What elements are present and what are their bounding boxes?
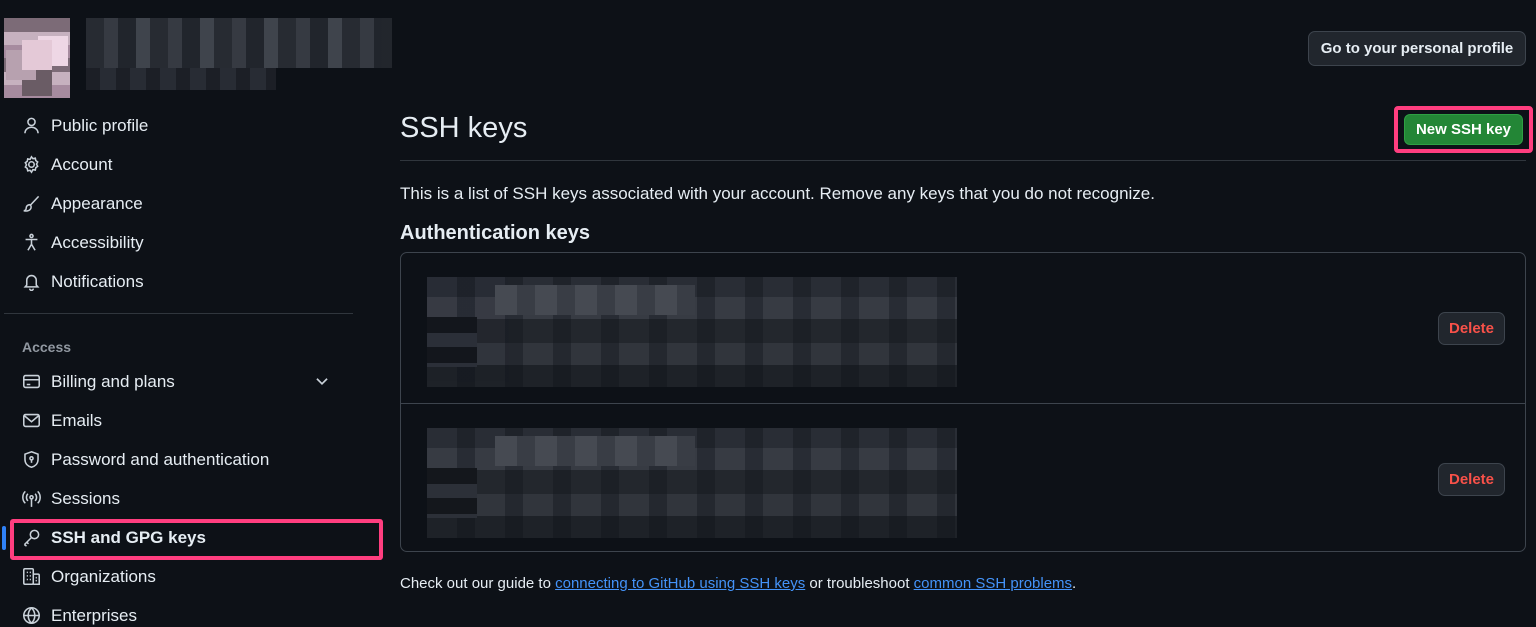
ssh-keys-list: Delete Delete <box>400 252 1526 552</box>
credit-card-icon <box>21 372 41 392</box>
footer-prefix: Check out our guide to <box>400 575 556 592</box>
active-indicator <box>2 526 6 550</box>
authentication-keys-heading: Authentication keys <box>400 222 591 244</box>
settings-sidebar: Public profile Account Appearance Access… <box>0 106 395 627</box>
title-divider <box>400 160 1526 161</box>
page-title: SSH keys <box>400 112 528 144</box>
redacted-key-details <box>427 277 957 387</box>
sidebar-item-label: Emails <box>51 410 103 430</box>
paintbrush-icon <box>21 194 41 214</box>
sidebar-section-access: Access <box>22 339 72 355</box>
sidebar-divider <box>4 313 353 314</box>
person-icon <box>21 116 41 136</box>
redacted-key-details <box>427 428 957 538</box>
sidebar-item-label: Notifications <box>51 271 144 291</box>
ssh-guide-link[interactable]: connecting to GitHub using SSH keys <box>555 575 805 592</box>
sidebar-item-label: Accessibility <box>51 232 144 252</box>
chevron-down-icon[interactable] <box>313 372 331 390</box>
sidebar-item-accessibility[interactable]: Accessibility <box>0 223 395 262</box>
bell-icon <box>21 272 41 292</box>
redacted-username <box>86 18 392 90</box>
new-ssh-key-button[interactable]: New SSH key <box>1404 114 1523 145</box>
sidebar-item-appearance[interactable]: Appearance <box>0 184 395 223</box>
sidebar-item-label: Password and authentication <box>51 449 270 469</box>
sidebar-item-label: Account <box>51 154 113 174</box>
broadcast-icon <box>21 489 41 509</box>
sidebar-item-account[interactable]: Account <box>0 145 395 184</box>
sidebar-item-billing[interactable]: Billing and plans <box>0 362 395 401</box>
delete-key-button[interactable]: Delete <box>1438 312 1505 345</box>
user-header <box>0 8 395 98</box>
footer-middle: or troubleshoot <box>805 575 914 592</box>
sidebar-item-ssh-gpg-keys[interactable]: SSH and GPG keys <box>0 518 395 560</box>
sidebar-item-password-authentication[interactable]: Password and authentication <box>0 440 395 479</box>
globe-icon <box>21 606 41 626</box>
ssh-troubleshoot-link[interactable]: common SSH problems <box>914 575 1072 592</box>
avatar[interactable] <box>4 18 70 98</box>
accessibility-icon <box>21 233 41 253</box>
sidebar-item-label: Billing and plans <box>51 371 175 391</box>
sidebar-item-sessions[interactable]: Sessions <box>0 479 395 518</box>
organization-icon <box>21 567 41 587</box>
ssh-key-row: Delete <box>401 403 1525 551</box>
sidebar-item-label: Organizations <box>51 566 156 586</box>
help-footer: Check out our guide to connecting to Git… <box>400 575 1076 592</box>
sidebar-item-label: Public profile <box>51 115 149 135</box>
shield-lock-icon <box>21 450 41 470</box>
gear-icon <box>21 155 41 175</box>
delete-key-button[interactable]: Delete <box>1438 463 1505 496</box>
go-to-profile-button[interactable]: Go to your personal profile <box>1308 31 1526 66</box>
sidebar-item-public-profile[interactable]: Public profile <box>0 106 395 145</box>
sidebar-item-organizations[interactable]: Organizations <box>0 557 395 596</box>
mail-icon <box>21 411 41 431</box>
page-description: This is a list of SSH keys associated wi… <box>400 184 1155 203</box>
sidebar-item-enterprises[interactable]: Enterprises <box>0 596 395 627</box>
sidebar-item-label: Appearance <box>51 193 143 213</box>
sidebar-item-emails[interactable]: Emails <box>0 401 395 440</box>
sidebar-item-notifications[interactable]: Notifications <box>0 262 395 301</box>
highlight-box <box>10 519 383 560</box>
footer-suffix: . <box>1072 575 1077 592</box>
ssh-key-row: Delete <box>401 253 1525 403</box>
sidebar-item-label: Enterprises <box>51 605 137 625</box>
sidebar-item-label: Sessions <box>51 488 120 508</box>
